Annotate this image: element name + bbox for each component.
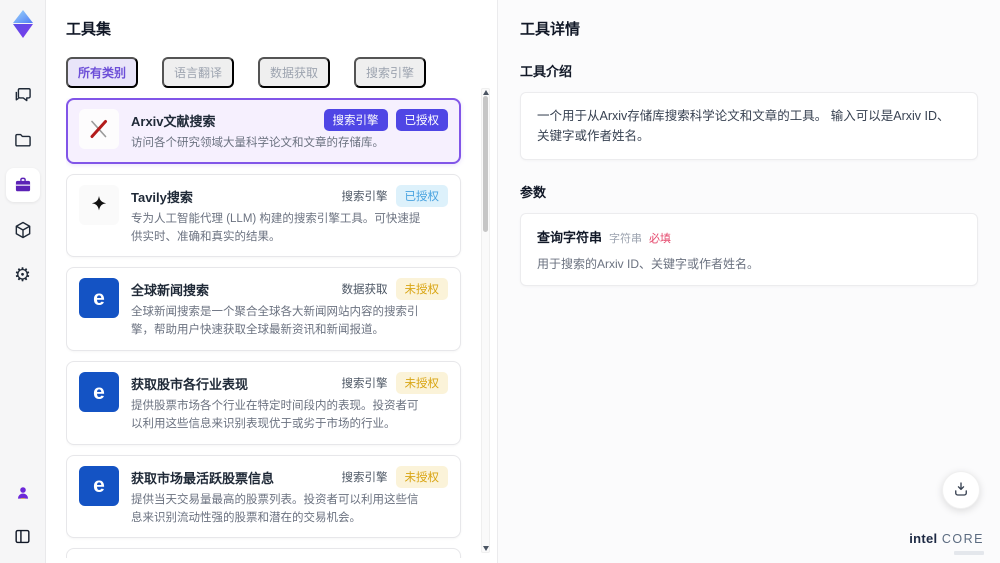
intro-heading: 工具介绍	[520, 64, 573, 79]
tool-description: 提供股票市场各个行业在特定时间段内的表现。投资者可以利用这些信息来识别表现优于或…	[131, 400, 419, 430]
tool-name: Tavily搜索	[131, 189, 193, 205]
category-badge: 数据获取	[341, 284, 388, 297]
arxiv-logo-icon: e	[79, 109, 119, 149]
tab-all[interactable]: 所有类别	[66, 57, 139, 88]
news-api-icon: e	[79, 278, 119, 319]
tools-panel: 工具集 所有类别语言翻译数据获取搜索引擎 e Arxiv文献搜索	[46, 0, 498, 563]
tool-card[interactable]: e 万维地区新闻查询 搜索引擎 未授权 查询具体行政区划内的新闻，快速了解各地新…	[66, 548, 461, 558]
sidebar-bottom	[6, 476, 40, 553]
category-badge: 搜索引擎	[341, 190, 388, 203]
brand-subtext-bar	[954, 551, 984, 555]
user-icon	[14, 484, 32, 502]
param-description: 用于搜索的Arxiv ID、关键字或作者姓名。	[537, 257, 760, 271]
core-brand-text: core	[941, 532, 984, 547]
briefcase-icon	[13, 175, 33, 195]
auth-status-badge: 未授权	[395, 465, 448, 488]
tool-card[interactable]: e Arxiv文献搜索 搜索引擎 已授权 访问各个研究领域大量科学论文和文章的存…	[66, 98, 461, 164]
category-badge: 搜索引擎	[323, 109, 388, 131]
tool-name: 获取市场最活跃股票信息	[131, 470, 275, 486]
sidebar-item-chat[interactable]	[6, 78, 40, 112]
category-badge: 搜索引擎	[341, 471, 388, 484]
tool-description: 访问各个研究领域大量科学论文和文章的存储库。	[131, 137, 384, 149]
tool-description: 专为人工智能代理 (LLM) 构建的搜索引擎工具。可快速提供实时、准确和真实的结…	[131, 212, 421, 243]
intel-brand-text: intel	[909, 531, 938, 547]
tool-card-body: 获取市场最活跃股票信息 搜索引擎 未授权 提供当天交易量最高的股票列表。投资者可…	[131, 465, 448, 528]
tab-translate[interactable]: 语言翻译	[162, 57, 235, 88]
tool-card-body: 获取股市各行业表现 搜索引擎 未授权 提供股票市场各个行业在特定时间段内的表现。…	[131, 372, 448, 434]
panel-layout-icon	[13, 527, 32, 546]
category-tabs: 所有类别 语言翻译 数据获取 搜索引擎	[66, 57, 477, 88]
tool-name: 全球新闻搜索	[131, 283, 210, 299]
cube-icon	[13, 220, 33, 240]
scrollbar[interactable]	[481, 88, 490, 553]
sidebar-item-models[interactable]	[6, 213, 40, 247]
tool-details-panel: 工具详情 工具介绍 一个用于从Arxiv存储库搜索科学论文和文章的工具。 输入可…	[498, 0, 1000, 563]
tool-description: 全球新闻搜索是一个聚合全球各大新闻网站内容的搜索引擎，帮助用户快速获取全球最新资…	[131, 306, 419, 337]
intro-text: 一个用于从Arxiv存储库搜索科学论文和文章的工具。 输入可以是Arxiv ID…	[537, 109, 950, 143]
auth-status-badge: 未授权	[395, 372, 448, 395]
intel-core-logo: intel core	[909, 530, 984, 555]
chat-icon	[13, 85, 33, 105]
sidebar-rail: ⚙	[0, 0, 46, 563]
folder-icon	[13, 130, 33, 150]
auth-status-badge: 已授权	[395, 184, 448, 207]
stock-api-icon: e	[79, 372, 119, 413]
user-avatar-button[interactable]	[6, 476, 40, 510]
scrollbar-down-arrow[interactable]	[483, 546, 489, 551]
sidebar-item-tools[interactable]	[5, 168, 40, 202]
app-logo-icon[interactable]	[8, 8, 38, 40]
auth-status-badge: 未授权	[395, 278, 448, 301]
param-required-badge: 必填	[649, 233, 672, 245]
param-card: 查询字符串 字符串 必填 用于搜索的Arxiv ID、关键字或作者姓名。	[520, 213, 978, 286]
category-badge: 搜索引擎	[341, 378, 388, 391]
params-heading: 参数	[520, 185, 547, 200]
tool-card-body: Arxiv文献搜索 搜索引擎 已授权 访问各个研究领域大量科学论文和文章的存储库…	[131, 109, 448, 153]
scrollbar-up-arrow[interactable]	[483, 90, 489, 95]
sidebar-item-files[interactable]	[6, 123, 40, 157]
panel-toggle-button[interactable]	[6, 519, 40, 553]
param-type: 字符串	[609, 233, 643, 245]
download-button[interactable]	[942, 471, 980, 509]
gear-icon: ⚙	[13, 264, 32, 286]
intro-card: 一个用于从Arxiv存储库搜索科学论文和文章的工具。 输入可以是Arxiv ID…	[520, 92, 978, 160]
details-title: 工具详情	[520, 21, 581, 38]
stock-api-icon: e	[79, 465, 119, 506]
tool-card[interactable]: e 全球新闻搜索 数据获取 未授权 全球新闻搜索是一个聚合全球各大新闻网站内容的…	[66, 267, 461, 352]
tab-search[interactable]: 搜索引擎	[354, 57, 427, 88]
tool-list: e Arxiv文献搜索 搜索引擎 已授权 访问各个研究领域大量科学论文和文章的存…	[66, 98, 477, 558]
page-title: 工具集	[66, 21, 112, 38]
tool-name: Arxiv文献搜索	[131, 114, 216, 129]
download-icon	[952, 480, 970, 501]
param-header: 查询字符串 字符串 必填	[537, 227, 961, 246]
sidebar-nav: ⚙	[5, 78, 40, 292]
tool-card-body: Tavily搜索 搜索引擎 已授权 专为人工智能代理 (LLM) 构建的搜索引擎…	[131, 184, 448, 247]
tool-description: 提供当天交易量最高的股票列表。投资者可以利用这些信息来识别流动性强的股票和潜在的…	[131, 493, 419, 524]
tool-card[interactable]: e 获取市场最活跃股票信息 搜索引擎 未授权 提供当天交易量最高的股票列表。投资…	[66, 454, 461, 539]
tool-name: 获取股市各行业表现	[131, 377, 249, 393]
auth-status-badge: 已授权	[395, 109, 448, 131]
app-window: ⚙ 工具集 所有类别 语言翻译 数据获取 搜索引擎 Arxiv文献搜索 搜索引擎…	[0, 0, 1000, 563]
scrollbar-thumb[interactable]	[483, 96, 488, 232]
tavily-sparkle-icon: e	[79, 184, 119, 225]
tool-card-body: 全球新闻搜索 数据获取 未授权 全球新闻搜索是一个聚合全球各大新闻网站内容的搜索…	[131, 278, 448, 340]
tool-card[interactable]: e Tavily搜索 搜索引擎 已授权 专为人工智能代理 (LLM) 构建的搜索…	[66, 173, 461, 258]
param-name: 查询字符串	[537, 230, 603, 245]
tool-card[interactable]: e 获取股市各行业表现 搜索引擎 未授权 提供股票市场各个行业在特定时间段内的表…	[66, 361, 461, 445]
tab-data[interactable]: 数据获取	[258, 57, 331, 88]
sidebar-item-settings[interactable]: ⚙	[6, 258, 40, 292]
